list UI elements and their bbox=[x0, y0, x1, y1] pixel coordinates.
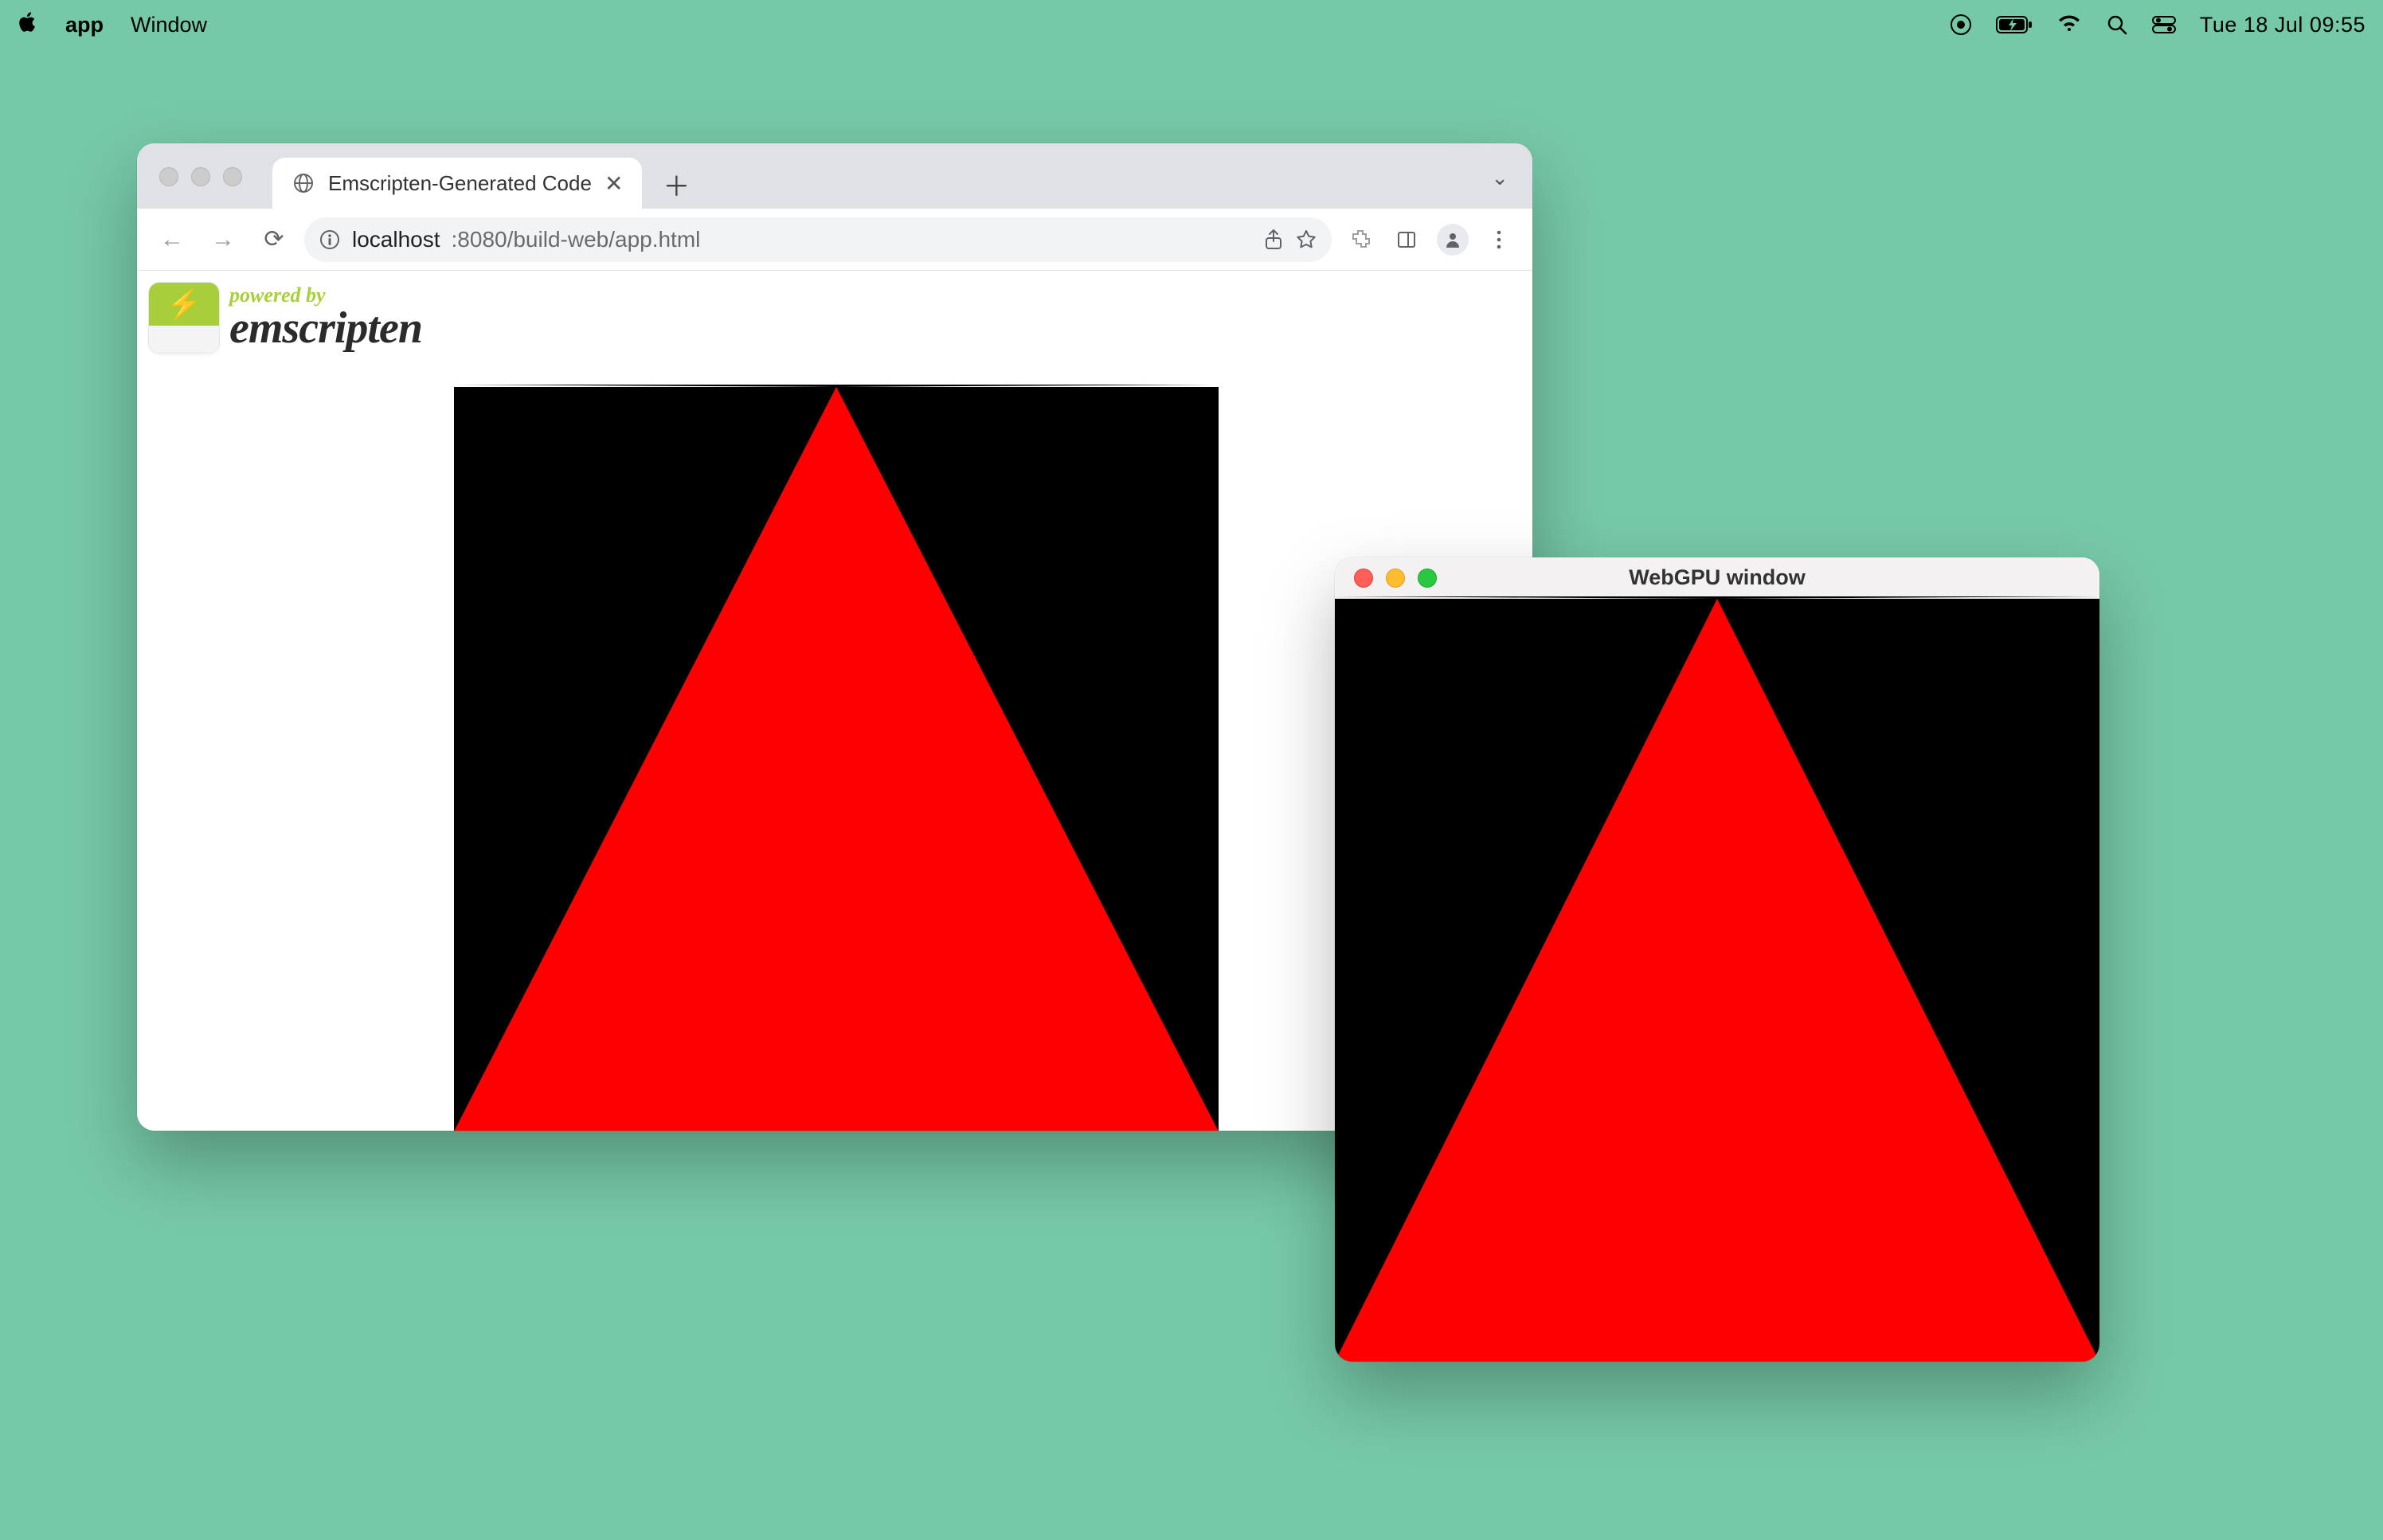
profile-avatar[interactable] bbox=[1434, 221, 1472, 259]
chrome-window: Emscripten-Generated Code ✕ ＋ ⌄ ← → ⟳ lo… bbox=[137, 143, 1532, 1131]
url-path: :8080/build-web/app.html bbox=[452, 227, 701, 252]
emscripten-brand-label: emscripten bbox=[229, 306, 422, 350]
close-tab-icon[interactable]: ✕ bbox=[605, 170, 623, 197]
tab-title: Emscripten-Generated Code bbox=[328, 171, 592, 196]
menubar-item-window[interactable]: Window bbox=[131, 13, 207, 37]
zoom-window-button[interactable] bbox=[223, 167, 242, 186]
reload-button[interactable]: ⟳ bbox=[253, 219, 295, 260]
extensions-icon[interactable] bbox=[1341, 221, 1379, 259]
native-window-title: WebGPU window bbox=[1335, 565, 2099, 590]
menubar-datetime[interactable]: Tue 18 Jul 09:55 bbox=[2200, 13, 2365, 37]
search-icon[interactable] bbox=[2106, 14, 2128, 36]
apple-menu-icon[interactable] bbox=[18, 11, 38, 39]
control-center-icon[interactable] bbox=[2152, 15, 2176, 34]
chrome-toolbar-icons bbox=[1341, 221, 1518, 259]
chrome-toolbar: ← → ⟳ localhost :8080/build-web/app.html bbox=[137, 209, 1532, 271]
back-button[interactable]: ← bbox=[151, 219, 193, 260]
menubar-right: Tue 18 Jul 09:55 bbox=[1950, 13, 2365, 37]
battery-icon[interactable] bbox=[1996, 15, 2033, 34]
wifi-icon[interactable] bbox=[2056, 15, 2082, 34]
menubar-left: app Window bbox=[18, 11, 207, 39]
chrome-tabstrip: Emscripten-Generated Code ✕ ＋ ⌄ bbox=[137, 143, 1532, 209]
minimize-window-button[interactable] bbox=[191, 167, 210, 186]
globe-icon bbox=[292, 171, 315, 195]
new-tab-button[interactable]: ＋ bbox=[656, 164, 696, 204]
site-info-icon[interactable] bbox=[319, 229, 341, 251]
native-titlebar: WebGPU window bbox=[1335, 557, 2099, 599]
webgpu-canvas[interactable] bbox=[454, 387, 1219, 1131]
red-triangle bbox=[1335, 596, 2099, 1362]
emscripten-logo-icon: ⚡ bbox=[148, 282, 220, 354]
emscripten-badge: ⚡ powered by emscripten bbox=[148, 282, 422, 354]
chrome-menu-icon[interactable] bbox=[1480, 221, 1518, 259]
screen-record-icon[interactable] bbox=[1950, 14, 1972, 36]
native-window: WebGPU window bbox=[1335, 557, 2099, 1362]
webgpu-canvas[interactable] bbox=[1335, 599, 2099, 1362]
macos-menubar: app Window Tue 18 Jul 09:55 bbox=[0, 0, 2383, 49]
forward-button[interactable]: → bbox=[202, 219, 244, 260]
menubar-app-name[interactable]: app bbox=[65, 13, 104, 37]
bolt-icon: ⚡ bbox=[166, 287, 202, 321]
tabs-dropdown-icon[interactable]: ⌄ bbox=[1491, 166, 1508, 190]
chrome-traffic-lights bbox=[159, 167, 242, 186]
share-icon[interactable] bbox=[1263, 229, 1284, 251]
url-host: localhost bbox=[352, 227, 440, 252]
close-window-button[interactable] bbox=[159, 167, 178, 186]
url-bar[interactable]: localhost :8080/build-web/app.html bbox=[304, 217, 1332, 262]
sidepanel-icon[interactable] bbox=[1387, 221, 1426, 259]
chrome-page-content: ⚡ powered by emscripten bbox=[137, 271, 1532, 1131]
browser-tab[interactable]: Emscripten-Generated Code ✕ bbox=[272, 158, 642, 209]
bookmark-icon[interactable] bbox=[1295, 229, 1317, 251]
red-triangle bbox=[454, 385, 1219, 1131]
